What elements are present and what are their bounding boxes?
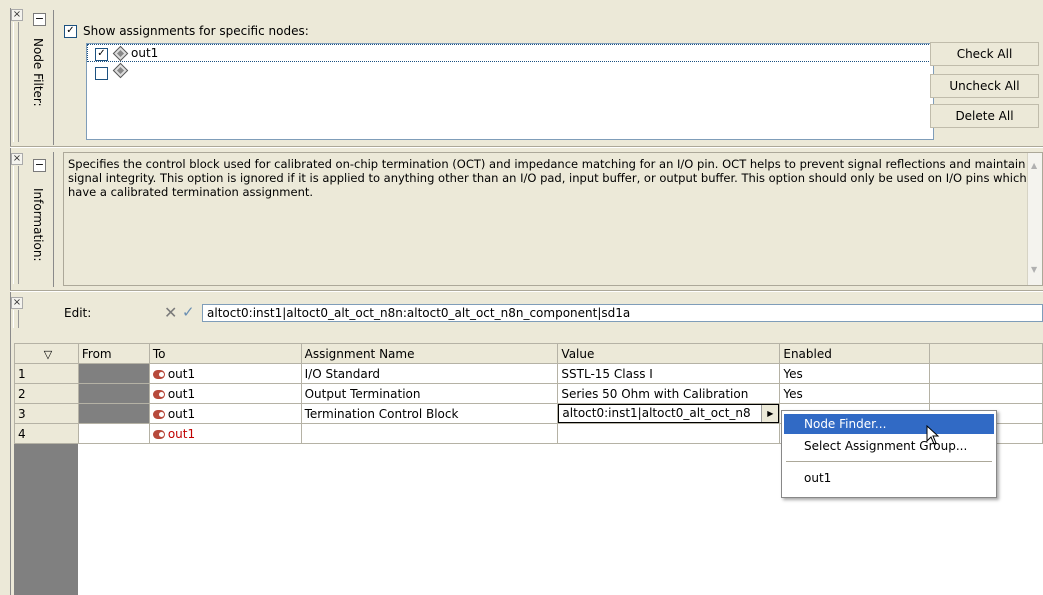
edit-field[interactable]: altoct0:inst1|altoct0_alt_oct_n8n:altoct… <box>202 304 1043 322</box>
panel-separator-2 <box>10 290 1043 292</box>
edit-grip[interactable] <box>13 310 19 328</box>
to-cell[interactable]: out1 <box>148 363 302 384</box>
extra-column-header <box>929 343 1043 364</box>
table-row[interactable]: 1 out1 I/O Standard SSTL-15 Class I Yes <box>14 363 1043 384</box>
row-number[interactable]: 2 <box>14 383 79 404</box>
to-label: out1 <box>167 366 196 381</box>
enabled-cell[interactable]: Yes <box>779 383 931 404</box>
node-filter-title: Node Filter: <box>31 38 45 107</box>
filter-icon[interactable]: ▽ <box>44 348 52 361</box>
pin-icon <box>152 389 165 399</box>
from-cell[interactable] <box>77 403 150 424</box>
node-list-item-selected[interactable] <box>87 44 933 62</box>
menu-item-node-finder[interactable]: Node Finder... <box>784 414 994 434</box>
filter-column-header[interactable]: ▽ <box>14 343 79 364</box>
show-specific-checkbox[interactable]: ✓ <box>64 25 77 38</box>
show-specific-label: Show assignments for specific nodes: <box>83 24 309 38</box>
pin-icon <box>152 429 165 439</box>
edit-label: Edit: <box>64 306 92 320</box>
extra-cell <box>929 383 1043 404</box>
information-scrollbar[interactable]: ▲ ▼ <box>1027 153 1042 285</box>
information-grip[interactable] <box>13 166 19 284</box>
row-number[interactable]: 1 <box>14 363 79 384</box>
value-column-header[interactable]: Value <box>557 343 781 364</box>
node-filter-divider <box>53 10 54 145</box>
to-label: out1 <box>167 406 196 421</box>
row-number[interactable]: 3 <box>14 403 79 424</box>
enabled-column-header[interactable]: Enabled <box>779 343 931 364</box>
menu-separator <box>786 461 992 462</box>
from-column-header[interactable]: From <box>77 343 150 364</box>
to-label: out1 <box>167 426 196 441</box>
value-edit-text[interactable]: altoct0:inst1|altoct0_alt_oct_n8 <box>562 406 760 420</box>
value-cell[interactable] <box>557 423 781 444</box>
menu-item-out1[interactable]: out1 <box>784 468 994 488</box>
node-1-checkbox[interactable]: ✓ <box>95 48 108 61</box>
pin-icon <box>152 409 165 419</box>
pin-icon <box>152 369 165 379</box>
to-cell[interactable]: out1 <box>148 423 302 444</box>
node-list[interactable]: ✓ out1 <box>86 43 934 140</box>
context-menu: Node Finder... Select Assignment Group..… <box>781 410 997 498</box>
scroll-up-icon[interactable]: ▲ <box>1031 161 1037 170</box>
value-dropdown-arrow-icon[interactable]: ▶ <box>761 405 779 422</box>
enabled-cell[interactable]: Yes <box>779 363 931 384</box>
node-filter-collapse-icon[interactable]: − <box>33 13 46 26</box>
edit-field-value: altoct0:inst1|altoct0_alt_oct_n8n:altoct… <box>207 306 631 320</box>
to-cell[interactable]: out1 <box>148 403 302 424</box>
from-cell[interactable] <box>77 423 150 444</box>
from-cell[interactable] <box>77 383 150 404</box>
check-all-button[interactable]: Check All <box>930 42 1039 66</box>
node-filter-grip[interactable] <box>13 22 19 142</box>
information-collapse-icon[interactable]: − <box>33 159 46 172</box>
menu-item-select-assignment-group[interactable]: Select Assignment Group... <box>784 436 994 456</box>
value-cell-editing[interactable]: altoct0:inst1|altoct0_alt_oct_n8 ▶ <box>557 403 781 424</box>
extra-cell <box>929 363 1043 384</box>
information-divider <box>53 152 54 287</box>
value-cell[interactable]: Series 50 Ohm with Calibration <box>557 383 781 404</box>
information-text-area: Specifies the control block used for cal… <box>63 152 1043 286</box>
assignment-cell[interactable]: Termination Control Block <box>300 403 559 424</box>
assignment-cell[interactable]: Output Termination <box>300 383 559 404</box>
scroll-down-icon[interactable]: ▼ <box>1031 265 1037 274</box>
row-number[interactable]: 4 <box>14 423 79 444</box>
node-2-checkbox[interactable] <box>95 67 108 80</box>
edit-close-icon[interactable]: × <box>11 297 23 309</box>
information-close-icon[interactable]: × <box>11 153 23 165</box>
information-text: Specifies the control block used for cal… <box>68 157 1027 199</box>
assignment-name-column-header[interactable]: Assignment Name <box>300 343 559 364</box>
information-title: Information: <box>31 188 45 262</box>
mouse-cursor-icon <box>926 425 940 445</box>
to-label: out1 <box>167 386 196 401</box>
cancel-edit-icon[interactable]: ✕ <box>164 303 177 322</box>
table-row[interactable]: 2 out1 Output Termination Series 50 Ohm … <box>14 383 1043 404</box>
panel-separator <box>10 146 1043 148</box>
value-cell[interactable]: SSTL-15 Class I <box>557 363 781 384</box>
node-filter-close-icon[interactable]: × <box>11 9 23 21</box>
to-column-header[interactable]: To <box>148 343 302 364</box>
from-cell[interactable] <box>77 363 150 384</box>
accept-edit-icon[interactable]: ✓ <box>182 303 195 321</box>
assignment-cell[interactable] <box>300 423 559 444</box>
assignment-cell[interactable]: I/O Standard <box>300 363 559 384</box>
uncheck-all-button[interactable]: Uncheck All <box>930 74 1039 98</box>
delete-all-button[interactable]: Delete All <box>930 104 1039 128</box>
node-1-label: out1 <box>131 46 159 60</box>
node-2-icon <box>112 62 129 79</box>
to-cell[interactable]: out1 <box>148 383 302 404</box>
